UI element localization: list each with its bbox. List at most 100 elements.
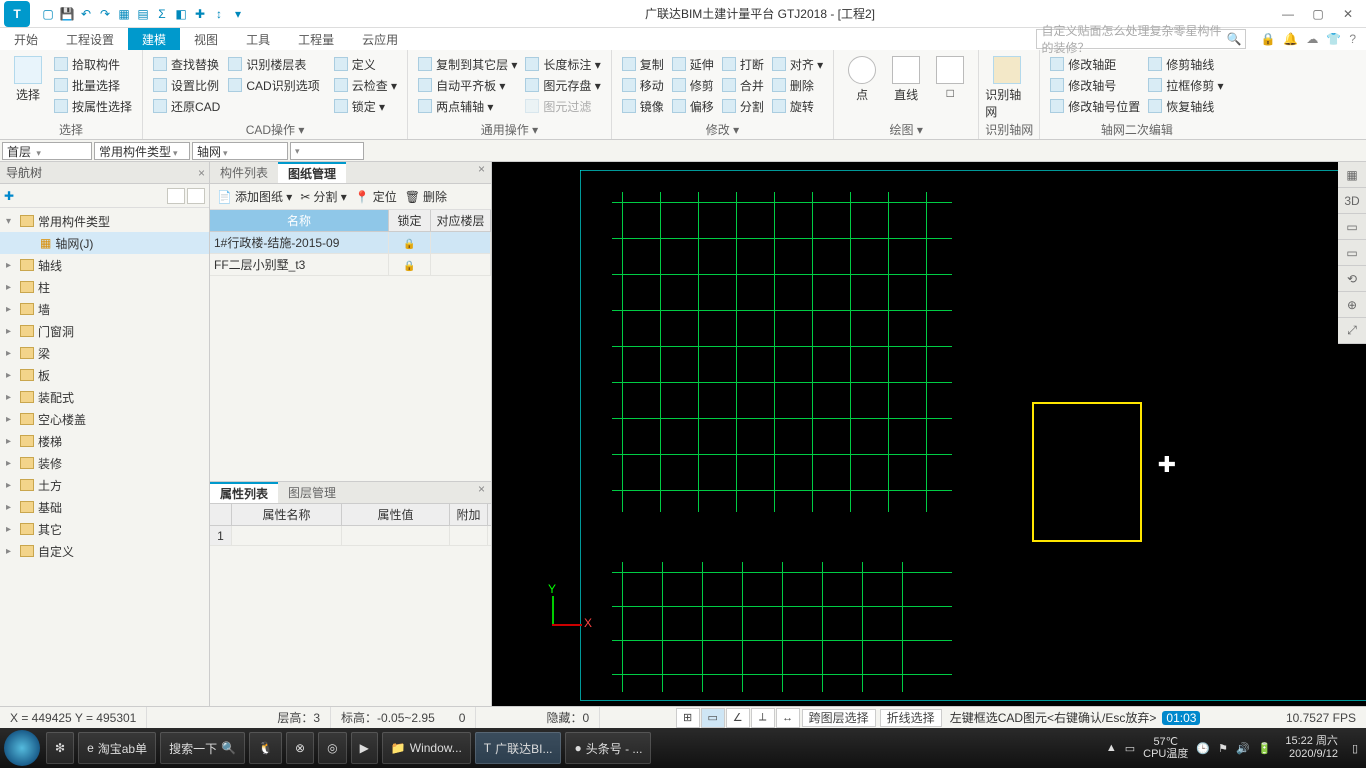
tab-properties[interactable]: 属性列表 (210, 482, 278, 503)
locate-drawing[interactable]: 📍定位 (352, 188, 400, 205)
tray-icon[interactable]: 🕒 (1196, 742, 1210, 755)
view-list-icon[interactable] (167, 188, 185, 204)
osnap-icon[interactable]: ⟂ (751, 708, 775, 728)
move[interactable]: 移动 (618, 75, 668, 95)
collapse-icon[interactable]: × (198, 166, 205, 180)
qat-icon[interactable]: ✚ (192, 6, 208, 22)
help-search-input[interactable]: 自定义贴面怎么处理复杂零星构件的装修？🔍 (1036, 29, 1246, 49)
identify-floor-table[interactable]: 识别楼层表 (224, 54, 323, 74)
select-by-property[interactable]: 按属性选择 (50, 96, 136, 116)
taskbar-toutiao[interactable]: ● 头条号 - ... (565, 732, 651, 764)
auto-align-slab[interactable]: 自动平齐板 ▾ (414, 75, 521, 95)
merge[interactable]: 合并 (718, 75, 768, 95)
qat-save-icon[interactable]: 💾 (59, 6, 75, 22)
tree-category[interactable]: ▸装配式 (0, 386, 209, 408)
extend[interactable]: 延伸 (668, 54, 718, 74)
collapse-icon[interactable]: × (472, 482, 491, 503)
taskbar-clock[interactable]: 15:22 周六 2020/9/12 (1279, 735, 1344, 761)
qat-icon[interactable]: Σ (154, 6, 170, 22)
tray-icon[interactable]: ▭ (1125, 742, 1135, 755)
qat-icon[interactable]: ▤ (135, 6, 151, 22)
delete-drawing[interactable]: 🗑删除 (402, 188, 450, 205)
tree-category[interactable]: ▸梁 (0, 342, 209, 364)
find-replace[interactable]: 查找替换 (149, 54, 224, 74)
taskbar-search[interactable]: 搜索一下 🔍 (160, 732, 245, 764)
pick-component[interactable]: 拾取构件 (50, 54, 136, 74)
instance-select[interactable]: ▾ (290, 142, 364, 160)
tree-category[interactable]: ▸基础 (0, 496, 209, 518)
qat-more-icon[interactable]: ▾ (230, 6, 246, 22)
two-point-axis[interactable]: 两点辅轴 ▾ (414, 96, 521, 116)
tree-category[interactable]: ▸楼梯 (0, 430, 209, 452)
set-scale[interactable]: 设置比例 (149, 75, 224, 95)
view-fit-icon[interactable]: ⤢ (1338, 318, 1366, 344)
drawing-row[interactable]: 1#行政楼-结施-2015-09 (210, 232, 491, 254)
modify-axis-num[interactable]: 修改轴号 (1046, 75, 1144, 95)
notify-icon[interactable]: 🔔 (1283, 32, 1298, 46)
component-select[interactable]: 轴网▾ (192, 142, 288, 160)
mirror[interactable]: 镜像 (618, 96, 668, 116)
tree-category[interactable]: ▸土方 (0, 474, 209, 496)
lock-icon[interactable] (403, 236, 415, 250)
ortho-icon[interactable]: ▭ (701, 708, 725, 728)
tree-category[interactable]: ▸轴线 (0, 254, 209, 276)
tray-icon[interactable]: ⚑ (1218, 742, 1228, 755)
view-grid-icon[interactable] (187, 188, 205, 204)
minimize-button[interactable]: — (1274, 4, 1302, 24)
floor-select[interactable]: 首层 ▾ (2, 142, 92, 160)
restore-cad[interactable]: 还原CAD (149, 96, 224, 116)
polyline-select[interactable]: 折线选择 (880, 709, 942, 727)
help-icon[interactable]: ? (1349, 32, 1356, 46)
draw-point[interactable]: 点 (840, 52, 884, 103)
menu-modeling[interactable]: 建模 (128, 28, 180, 50)
draw-rect[interactable]: □ (928, 52, 972, 100)
tree-category[interactable]: ▸墙 (0, 298, 209, 320)
tree-category[interactable]: ▸门窗洞 (0, 320, 209, 342)
tree-grid-item[interactable]: ▦轴网(J) (0, 232, 209, 254)
box-trim[interactable]: 拉框修剪 ▾ (1144, 75, 1227, 95)
menu-quantity[interactable]: 工程量 (284, 28, 348, 50)
drawing-row[interactable]: FF二层小别墅_t3 (210, 254, 491, 276)
batch-select[interactable]: 批量选择 (50, 75, 136, 95)
tree-category[interactable]: ▸自定义 (0, 540, 209, 562)
tree-category[interactable]: ▸空心楼盖 (0, 408, 209, 430)
align[interactable]: 对齐 ▾ (768, 54, 827, 74)
view-rotate-icon[interactable]: ⟲ (1338, 266, 1366, 292)
qat-icon[interactable]: ↕ (211, 6, 227, 22)
taskbar-item[interactable]: ⊗ (286, 732, 314, 764)
split-drawing[interactable]: ✂分割 ▾ (297, 188, 349, 205)
draw-line[interactable]: 直线 (884, 52, 928, 103)
tray-icon[interactable]: 🔊 (1236, 742, 1250, 755)
property-row[interactable]: 1 (210, 526, 491, 546)
maximize-button[interactable]: ▢ (1304, 4, 1332, 24)
close-button[interactable]: ✕ (1334, 4, 1362, 24)
show-desktop[interactable]: ▯ (1352, 742, 1358, 755)
qat-icon[interactable]: ◧ (173, 6, 189, 22)
rotate[interactable]: 旋转 (768, 96, 827, 116)
cloud-check[interactable]: 云检查 ▾ (330, 75, 401, 95)
qat-undo-icon[interactable]: ↶ (78, 6, 94, 22)
menu-tools[interactable]: 工具 (232, 28, 284, 50)
type-select[interactable]: 常用构件类型▾ (94, 142, 190, 160)
trim-axis[interactable]: 修剪轴线 (1144, 54, 1227, 74)
select-button[interactable]: 选择 (6, 52, 50, 103)
taskbar-item[interactable]: 🐧 (249, 732, 282, 764)
taskbar-item[interactable]: ❇ (46, 732, 74, 764)
menu-project-settings[interactable]: 工程设置 (52, 28, 128, 50)
split[interactable]: 分割 (718, 96, 768, 116)
menu-view[interactable]: 视图 (180, 28, 232, 50)
define[interactable]: 定义 (330, 54, 401, 74)
view-3d-icon[interactable]: 3D (1338, 188, 1366, 214)
qat-icon[interactable]: ▦ (116, 6, 132, 22)
taskbar-item[interactable]: ◎ (318, 732, 346, 764)
break[interactable]: 打断 (718, 54, 768, 74)
track-icon[interactable]: ↔ (776, 708, 800, 728)
view-zoom-icon[interactable]: ⊕ (1338, 292, 1366, 318)
offset[interactable]: 偏移 (668, 96, 718, 116)
cross-layer-select[interactable]: 跨图层选择 (802, 709, 876, 727)
tab-drawing-mgmt[interactable]: 图纸管理 (278, 162, 346, 183)
lock-icon[interactable]: 🔒 (1260, 32, 1275, 46)
copy[interactable]: 复制 (618, 54, 668, 74)
element-save[interactable]: 图元存盘 ▾ (521, 75, 604, 95)
tree-category[interactable]: ▸装修 (0, 452, 209, 474)
